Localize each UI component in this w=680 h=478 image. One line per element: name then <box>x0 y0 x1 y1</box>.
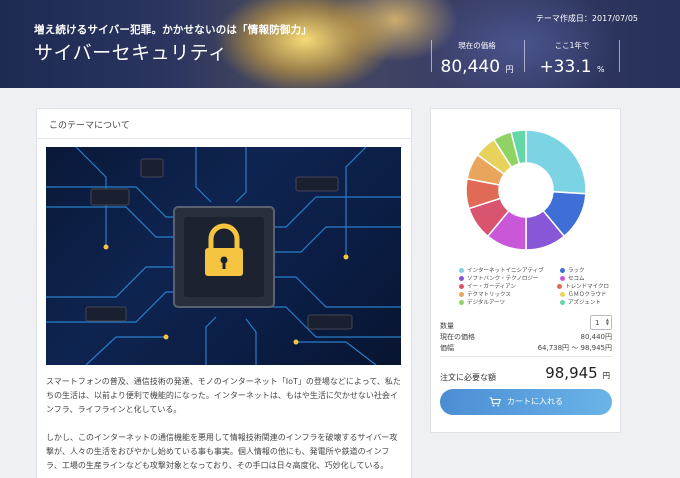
about-heading: このテーマについて <box>37 109 411 139</box>
about-paragraph-1: スマートフォンの普及、通信技術の発達、モノのインターネット「IoT」の登場などに… <box>46 377 401 414</box>
donut-slice <box>525 129 587 195</box>
cart-button-label: カートに入れる <box>507 397 563 406</box>
legend-label: イー・ガーディアン <box>467 284 516 290</box>
quantity-value: 1 <box>595 319 600 327</box>
total-amount: 98,945 円 <box>545 364 610 382</box>
stepper-arrows-icon[interactable]: ▲ ▼ <box>606 318 609 326</box>
quantity-row: 数量 1 ▲ ▼ <box>440 315 612 331</box>
legend-swatch <box>459 283 464 289</box>
cart-icon <box>489 396 501 406</box>
price-label: 現在の価格 <box>458 41 496 50</box>
legend-swatch <box>560 291 565 297</box>
divider <box>619 40 620 72</box>
legend-label: デジタルアーツ <box>467 300 505 306</box>
legend-swatch <box>560 267 565 273</box>
legend-item: イー・ガーディアン <box>459 282 557 290</box>
created-date: テーマ作成日：2017/07/05 <box>535 14 638 23</box>
price-stat: 現在の価格 80,440 円 <box>431 38 523 77</box>
legend-label: ソフトバンク・テクノロジー <box>467 276 539 282</box>
hero-tagline: 増え続けるサイバー犯罪。かかせないのは「情報防御力」 <box>34 24 312 36</box>
legend-swatch <box>459 275 464 281</box>
legend-swatch <box>459 299 464 305</box>
about-card: このテーマについて スマートフォンの普及、通信技術の発達、モノのインターネット「… <box>36 108 412 478</box>
legend-item: テクマトリックス <box>459 290 560 298</box>
legend-label: インターネットイニシアティブ <box>467 268 544 274</box>
about-paragraph-2: しかし、このインターネットの通信機能を悪用して情報技術関連のインフラを破壊するサ… <box>46 433 398 470</box>
legend-label: ＧＭＯクラウド <box>568 292 607 298</box>
quantity-label: 数量 <box>440 322 454 330</box>
total-number: 98,945 <box>545 364 598 382</box>
price-number: 80,440 <box>440 57 501 77</box>
legend-item: ＧＭＯクラウド <box>560 290 607 298</box>
price-unit: 円 <box>505 65 514 74</box>
change-unit: % <box>596 65 605 74</box>
circuit-board-illustration <box>46 147 401 365</box>
divider <box>524 40 525 72</box>
theme-image <box>46 147 401 365</box>
legend-swatch <box>560 299 565 305</box>
divider <box>440 356 612 357</box>
legend-label: セコム <box>568 276 585 282</box>
current-price-row: 現在の価格 80,440円 <box>440 332 612 342</box>
legend-item: セコム <box>560 274 585 282</box>
add-to-cart-button[interactable]: カートに入れる <box>440 389 612 415</box>
total-label: 注文に必要な額 <box>440 373 496 382</box>
legend-swatch <box>560 275 565 281</box>
page-title: サイバーセキュリティ <box>34 42 228 64</box>
hero-banner: 増え続けるサイバー犯罪。かかせないのは「情報防御力」 サイバーセキュリティ テー… <box>0 0 680 88</box>
legend-swatch <box>557 283 563 289</box>
legend-item: インターネットイニシアティブ <box>459 266 560 274</box>
change-value: +33.1 % <box>526 57 618 77</box>
change-label: ここ1年で <box>554 41 590 50</box>
purchase-card: インターネットイニシアティブ ラック ソフトバンク・テクノロジー セコム イー・ガー… <box>430 108 621 433</box>
legend-swatch <box>459 291 464 297</box>
legend-label: ラック <box>568 268 585 274</box>
current-price-label: 現在の価格 <box>440 333 475 341</box>
legend-swatch <box>459 267 464 273</box>
legend-item: トレンドマイクロ <box>557 282 609 290</box>
legend-item: アズジェント <box>560 298 601 306</box>
composition-donut-chart <box>465 129 587 251</box>
quantity-stepper[interactable]: 1 ▲ ▼ <box>590 315 612 330</box>
legend-label: トレンドマイクロ <box>565 284 609 290</box>
price-range-row: 価幅 64,738円 〜 98,945円 <box>440 343 612 353</box>
legend-item: デジタルアーツ <box>459 298 560 306</box>
price-range-label: 価幅 <box>440 344 454 352</box>
total-unit: 円 <box>602 371 611 380</box>
legend-item: ラック <box>560 266 585 274</box>
legend-label: アズジェント <box>568 300 602 306</box>
current-price-value: 80,440円 <box>580 333 613 341</box>
legend-label: テクマトリックス <box>467 292 511 298</box>
change-stat: ここ1年で +33.1 % <box>526 38 618 77</box>
price-value: 80,440 円 <box>431 57 523 77</box>
change-number: +33.1 <box>539 57 592 77</box>
chart-legend: インターネットイニシアティブ ラック ソフトバンク・テクノロジー セコム イー・ガー… <box>459 266 609 306</box>
price-range-value: 64,738円 〜 98,945円 <box>537 344 612 352</box>
legend-item: ソフトバンク・テクノロジー <box>459 274 560 282</box>
